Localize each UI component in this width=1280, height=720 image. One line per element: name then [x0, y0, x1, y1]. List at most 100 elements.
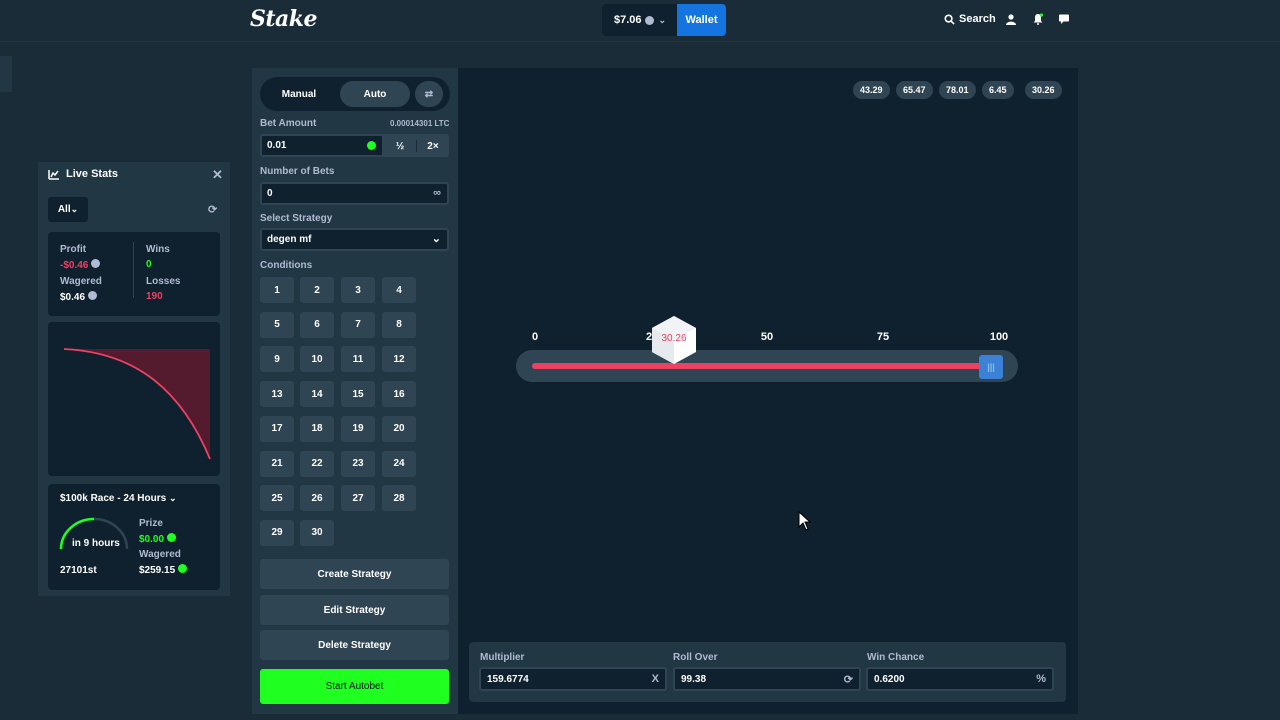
slider-handle[interactable]: |||: [979, 355, 1003, 379]
strategy-select[interactable]: degen mf ⌄: [260, 228, 449, 251]
sidebar-toggle[interactable]: [0, 56, 12, 92]
currency-coin-icon: [645, 15, 655, 25]
condition-button[interactable]: 28: [382, 485, 416, 512]
scale-tick: 0: [531, 331, 539, 343]
search-button[interactable]: Search: [944, 13, 996, 25]
profit-label: Profit: [60, 244, 87, 255]
race-prize-value: $0.00: [139, 533, 176, 545]
chat-icon[interactable]: [1057, 13, 1071, 27]
condition-button[interactable]: 18: [300, 415, 334, 442]
condition-button[interactable]: 6: [300, 311, 334, 338]
close-icon[interactable]: ✕: [212, 167, 223, 183]
recent-result[interactable]: 78.01: [939, 81, 976, 99]
roll-result-value: 30.26: [661, 333, 687, 344]
notification-bell-icon[interactable]: [1031, 13, 1045, 27]
tab-manual[interactable]: Manual: [264, 81, 334, 107]
condition-button[interactable]: 29: [260, 519, 294, 546]
strategy-label: Select Strategy: [260, 213, 333, 224]
multiplier-input[interactable]: 159.6774 X: [479, 667, 667, 691]
condition-button[interactable]: 11: [341, 346, 375, 373]
tab-auto[interactable]: Auto: [340, 81, 410, 107]
currency-coin-icon: [87, 291, 97, 300]
condition-button[interactable]: 21: [260, 450, 294, 477]
mouse-cursor-icon: [798, 511, 812, 531]
profit-value: -$0.46: [60, 259, 101, 271]
stake-logo[interactable]: Stake: [250, 6, 318, 32]
recent-result[interactable]: 30.26: [1025, 81, 1062, 99]
swap-icon[interactable]: ⇄: [415, 81, 443, 107]
scale-tick: 50: [760, 331, 774, 343]
scale-tick: 75: [876, 331, 890, 343]
half-bet-button[interactable]: ½: [388, 139, 412, 153]
slider-track[interactable]: [532, 363, 992, 369]
condition-button[interactable]: 16: [382, 381, 416, 408]
start-autobet-button[interactable]: Start Autobet: [260, 669, 449, 704]
double-bet-button[interactable]: 2×: [421, 139, 445, 153]
wagered-value: $0.46: [60, 291, 97, 303]
dice-game-area: [458, 68, 1078, 714]
currency-coin-icon: [177, 564, 187, 573]
balance-selector[interactable]: $7.06 ⌄: [602, 4, 678, 36]
multiplier-x-icon: X: [651, 673, 659, 685]
condition-button[interactable]: 25: [260, 485, 294, 512]
condition-button[interactable]: 27: [341, 485, 375, 512]
condition-button[interactable]: 7: [341, 311, 375, 338]
num-bets-input[interactable]: 0 ∞: [260, 182, 449, 205]
balance-value: $7.06: [613, 14, 642, 26]
live-stats-header: Live Stats: [48, 168, 118, 180]
chevron-down-icon: ⌄: [431, 233, 441, 245]
conditions-label: Conditions: [260, 260, 313, 271]
bet-amount-input[interactable]: 0.01: [260, 134, 384, 157]
scale-tick: 100: [989, 331, 1009, 343]
currency-coin-icon: [91, 259, 101, 268]
condition-button[interactable]: 1: [260, 277, 294, 303]
recent-result[interactable]: 43.29: [853, 81, 890, 99]
condition-button[interactable]: 20: [382, 415, 416, 442]
wins-label: Wins: [146, 244, 170, 255]
condition-button[interactable]: 17: [260, 415, 294, 442]
condition-button[interactable]: 22: [300, 450, 334, 477]
wallet-button[interactable]: Wallet: [677, 4, 726, 36]
create-strategy-button[interactable]: Create Strategy: [260, 559, 449, 589]
condition-button[interactable]: 5: [260, 311, 294, 338]
condition-button[interactable]: 26: [300, 485, 334, 512]
bet-mode-tabs: Manual Auto ⇄: [260, 77, 450, 111]
bet-amount-ltc: 0.00014301 LTC: [390, 119, 450, 128]
delete-strategy-button[interactable]: Delete Strategy: [260, 630, 449, 660]
user-icon[interactable]: [1004, 13, 1018, 27]
refresh-stats-icon[interactable]: ⟳: [208, 203, 217, 216]
condition-button[interactable]: 15: [341, 381, 375, 408]
recent-result[interactable]: 6.45: [982, 81, 1014, 99]
win-chance-label: Win Chance: [867, 652, 925, 663]
condition-button[interactable]: 19: [341, 415, 375, 442]
condition-button[interactable]: 4: [382, 277, 416, 303]
chevron-down-icon: ⌄: [658, 14, 667, 25]
divider: [416, 140, 417, 152]
condition-button[interactable]: 30: [300, 519, 334, 546]
swap-roll-icon[interactable]: ⟳: [844, 673, 853, 686]
stats-filter-select[interactable]: All ⌄: [48, 197, 88, 222]
win-chance-input[interactable]: 0.6200 %: [866, 667, 1054, 691]
race-title[interactable]: $100k Race - 24 Hours ⌄: [60, 493, 177, 504]
condition-button[interactable]: 9: [260, 346, 294, 373]
condition-button[interactable]: 2: [300, 277, 334, 303]
chevron-down-icon: ⌄: [70, 204, 79, 214]
infinity-link-icon[interactable]: ∞: [433, 187, 441, 199]
wins-value: 0: [146, 259, 152, 270]
condition-button[interactable]: 12: [382, 346, 416, 373]
roll-over-input[interactable]: 99.38 ⟳: [673, 667, 861, 691]
wagered-label: Wagered: [60, 276, 102, 287]
losses-value: 190: [146, 291, 163, 302]
condition-button[interactable]: 10: [300, 346, 334, 373]
condition-button[interactable]: 8: [382, 311, 416, 338]
search-label: Search: [959, 13, 996, 25]
recent-result[interactable]: 65.47: [896, 81, 933, 99]
condition-button[interactable]: 23: [341, 450, 375, 477]
bet-amount-label: Bet Amount: [260, 118, 317, 129]
condition-button[interactable]: 13: [260, 381, 294, 408]
condition-button[interactable]: 24: [382, 450, 416, 477]
percent-icon: %: [1036, 673, 1046, 685]
edit-strategy-button[interactable]: Edit Strategy: [260, 595, 449, 625]
condition-button[interactable]: 14: [300, 381, 334, 408]
condition-button[interactable]: 3: [341, 277, 375, 303]
